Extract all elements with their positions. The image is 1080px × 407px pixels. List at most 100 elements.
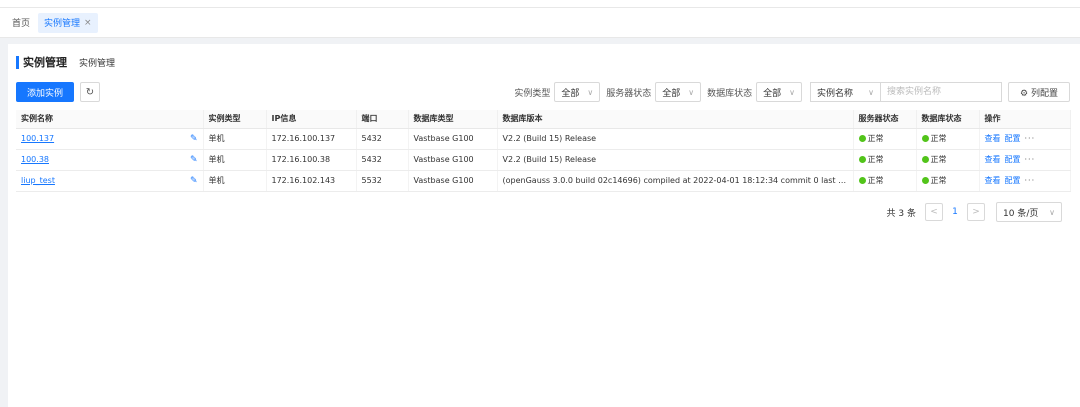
- col-header-ip[interactable]: IP信息: [266, 110, 357, 129]
- page-size-select[interactable]: 10 条/页 ∨: [996, 202, 1062, 222]
- table-row: 100.38 ✎ 单机 172.16.100.38 5432 Vastbase G…: [16, 149, 1071, 171]
- server-status-cell: 正常: [853, 170, 917, 192]
- search-input[interactable]: [880, 82, 1002, 102]
- page-header: 实例管理 实例管理: [16, 54, 115, 70]
- toolbar: 添加实例 ↻ 实例类型 全部 ∨ 服务器状态 全部 ∨ 数据库状态 全部 ∨ 实…: [16, 82, 1070, 104]
- config-link[interactable]: 配置: [1005, 134, 1021, 143]
- port-cell: 5532: [356, 170, 409, 192]
- instance-type-value: 全部: [561, 88, 580, 99]
- db-type-cell: Vastbase G100: [408, 149, 498, 171]
- close-icon[interactable]: ×: [84, 18, 92, 28]
- server-status-text: 正常: [867, 134, 884, 143]
- db-status-text: 正常: [930, 134, 947, 143]
- instance-type-cell: 单机: [203, 128, 267, 150]
- status-ok-icon: [921, 156, 929, 163]
- instance-type-cell: 单机: [203, 149, 267, 171]
- version-cell: V2.2 (Build 15) Release: [497, 149, 854, 171]
- chevron-down-icon: ∨: [688, 87, 695, 97]
- add-instance-button[interactable]: 添加实例: [16, 82, 74, 102]
- col-header-db-status[interactable]: 数据库状态: [916, 110, 980, 129]
- instance-name-link[interactable]: 100.38: [21, 155, 49, 164]
- view-link[interactable]: 查看: [985, 155, 1001, 164]
- actions-cell: 查看 配置 ···: [979, 170, 1071, 192]
- server-status-text: 正常: [867, 176, 884, 185]
- port-cell: 5432: [356, 149, 409, 171]
- page-title: 实例管理: [23, 56, 67, 69]
- version-cell: (openGauss 3.0.0 build 02c14696) compile…: [497, 170, 854, 192]
- main-panel: 实例管理 实例管理 添加实例 ↻ 实例类型 全部 ∨ 服务器状态 全部 ∨ 数据…: [8, 44, 1080, 407]
- edit-icon[interactable]: ✎: [190, 155, 198, 165]
- col-header-port[interactable]: 端口: [356, 110, 409, 129]
- search-field-select[interactable]: 实例名称 ∨: [810, 82, 880, 102]
- status-ok-icon: [921, 135, 929, 142]
- view-link[interactable]: 查看: [985, 134, 1001, 143]
- status-ok-icon: [921, 177, 929, 184]
- top-bar: [0, 0, 1080, 8]
- db-status-select[interactable]: 全部 ∨: [756, 82, 802, 102]
- ip-cell: 172.16.100.38: [266, 149, 357, 171]
- edit-icon[interactable]: ✎: [190, 134, 198, 144]
- server-status-cell: 正常: [853, 128, 917, 150]
- page-number-current[interactable]: 1: [946, 203, 964, 221]
- tab-home-label: 首页: [12, 19, 31, 29]
- col-header-name[interactable]: 实例名称: [16, 110, 204, 129]
- next-page-icon[interactable]: >: [967, 203, 985, 221]
- config-link[interactable]: 配置: [1005, 176, 1021, 185]
- page-size-value: 10 条/页: [1003, 208, 1039, 219]
- table-row: 100.137 ✎ 单机 172.16.100.137 5432 Vastbase…: [16, 128, 1071, 150]
- view-link[interactable]: 查看: [985, 176, 1001, 185]
- status-ok-icon: [858, 156, 866, 163]
- instance-type-label: 实例类型: [514, 88, 551, 99]
- table-header-row: 实例名称 实例类型 IP信息 端口 数据库类型 数据库版本 服务器状态 数据库状…: [16, 110, 1071, 129]
- instance-type-cell: 单机: [203, 170, 267, 192]
- db-status-cell: 正常: [916, 128, 980, 150]
- actions-cell: 查看 配置 ···: [979, 149, 1071, 171]
- status-ok-icon: [858, 177, 866, 184]
- col-header-db-type[interactable]: 数据库类型: [408, 110, 498, 129]
- config-link[interactable]: 配置: [1005, 155, 1021, 164]
- server-status-select[interactable]: 全部 ∨: [655, 82, 702, 102]
- instance-type-select[interactable]: 全部 ∨: [554, 82, 601, 102]
- filter-bar: 实例类型 全部 ∨ 服务器状态 全部 ∨ 数据库状态 全部 ∨ 实例名称 ∨ 搜…: [508, 82, 1070, 102]
- more-icon[interactable]: ···: [1025, 134, 1036, 143]
- db-status-value: 全部: [763, 88, 782, 99]
- column-config-button[interactable]: ⚙ 列配置: [1008, 82, 1070, 102]
- col-header-type[interactable]: 实例类型: [203, 110, 267, 129]
- db-status-text: 正常: [930, 176, 947, 185]
- col-header-actions: 操作: [979, 110, 1071, 129]
- prev-page-icon[interactable]: <: [925, 203, 943, 221]
- table-row: liup_test ✎ 单机 172.16.102.143 5532 Vastba…: [16, 170, 1071, 192]
- server-status-text: 正常: [867, 155, 884, 164]
- db-status-text: 正常: [930, 155, 947, 164]
- db-status-cell: 正常: [916, 149, 980, 171]
- db-type-cell: Vastbase G100: [408, 170, 498, 192]
- chevron-down-icon: ∨: [587, 87, 594, 97]
- ip-cell: 172.16.102.143: [266, 170, 357, 192]
- ip-cell: 172.16.100.137: [266, 128, 357, 150]
- server-status-label: 服务器状态: [606, 88, 652, 99]
- chevron-down-icon: ∨: [789, 87, 795, 97]
- more-icon[interactable]: ···: [1025, 176, 1036, 185]
- col-header-server-status[interactable]: 服务器状态: [853, 110, 917, 129]
- edit-icon[interactable]: ✎: [190, 176, 198, 186]
- tab-instance-management[interactable]: 实例管理 ×: [38, 12, 98, 33]
- instance-table: 实例名称 实例类型 IP信息 端口 数据库类型 数据库版本 服务器状态 数据库状…: [16, 110, 1071, 192]
- pagination: 共 3 条 < 1 > 10 条/页 ∨: [887, 202, 1062, 222]
- server-status-value: 全部: [662, 88, 681, 99]
- tab-bar: 首页 实例管理 ×: [0, 8, 1080, 38]
- instance-name-link[interactable]: 100.137: [21, 134, 54, 143]
- db-type-cell: Vastbase G100: [408, 128, 498, 150]
- search-group: 实例名称 ∨: [810, 82, 1002, 102]
- page-subtitle: 实例管理: [79, 58, 116, 69]
- more-icon[interactable]: ···: [1025, 155, 1036, 164]
- instance-name-link[interactable]: liup_test: [21, 176, 55, 185]
- refresh-icon[interactable]: ↻: [80, 82, 100, 102]
- chevron-down-icon: ∨: [1049, 207, 1055, 217]
- col-header-version[interactable]: 数据库版本: [497, 110, 854, 129]
- version-cell: V2.2 (Build 15) Release: [497, 128, 854, 150]
- search-field-value: 实例名称: [817, 88, 854, 99]
- db-status-cell: 正常: [916, 170, 980, 192]
- tab-home[interactable]: 首页: [12, 13, 30, 33]
- actions-cell: 查看 配置 ···: [979, 128, 1071, 150]
- chevron-down-icon: ∨: [868, 87, 874, 97]
